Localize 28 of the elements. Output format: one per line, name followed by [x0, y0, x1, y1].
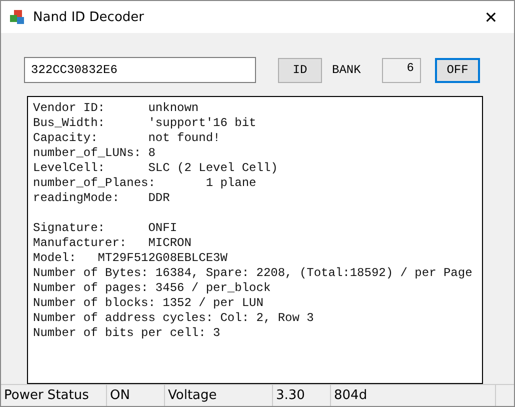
- output-line: Manufacturer: MICRON: [33, 236, 192, 251]
- app-icon: [9, 9, 25, 25]
- power-toggle-button[interactable]: OFF: [435, 58, 480, 82]
- status-cell: Voltage: [165, 385, 273, 406]
- status-cell: 3.30: [273, 385, 331, 406]
- output-line: Signature: ONFI: [33, 221, 178, 236]
- output-line: Number of blocks: 1352 / per LUN: [33, 296, 264, 311]
- output-line: number_of_LUNs: 8: [33, 146, 156, 161]
- status-cell: ON: [107, 385, 165, 406]
- output-line: Number of address cycles: Col: 2, Row 3: [33, 311, 315, 326]
- bank-label: BANK: [332, 63, 362, 77]
- output-line: number_of_Planes: 1 plane: [33, 176, 258, 191]
- output-line: LevelCell: SLC (2 Level Cell): [33, 161, 279, 176]
- output-line: readingMode: DDR: [33, 191, 171, 206]
- output-line: Number of Bytes: 16384, Spare: 2208, (Total:18592) / per Page: [33, 266, 474, 281]
- status-cell: Power Status: [1, 385, 107, 406]
- output-line: Capacity: not found!: [33, 131, 222, 146]
- output-line: Model: MT29F512G08EBLCE3W: [33, 251, 228, 266]
- output-line: Bus_Width: 'support'16 bit: [33, 116, 258, 131]
- output-line: Number of pages: 3456 / per_block: [33, 281, 272, 296]
- id-button[interactable]: ID: [278, 58, 322, 82]
- id-input-field[interactable]: 322CC30832E6: [24, 57, 256, 83]
- close-button[interactable]: ✕: [468, 1, 514, 33]
- status-cell: 804d: [331, 385, 496, 406]
- bank-field[interactable]: 6: [382, 58, 421, 82]
- output-line: Number of bits per cell: 3: [33, 326, 222, 341]
- output-line: Vendor ID: unknown: [33, 101, 200, 116]
- window-title: Nand ID Decoder: [33, 10, 145, 24]
